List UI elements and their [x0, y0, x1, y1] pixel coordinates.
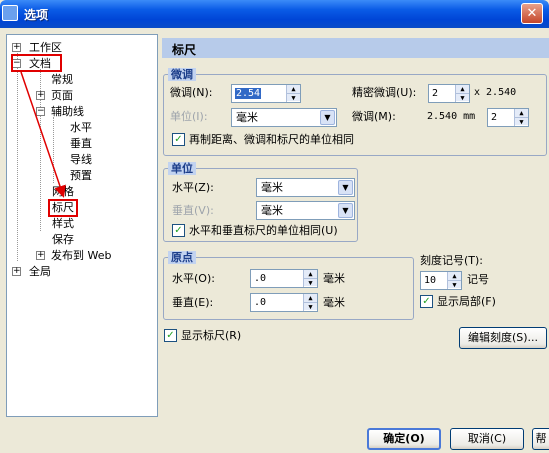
- show-fraction-checkbox[interactable]: ✓: [420, 295, 433, 308]
- origin-horizontal-spinner[interactable]: ▲ ▼: [303, 270, 317, 287]
- show-rulers-label: 显示标尺(R): [181, 329, 242, 342]
- app-icon: [2, 5, 18, 21]
- origin-vertical-input[interactable]: .0 ▲ ▼: [250, 293, 318, 312]
- origin-horizontal-label: 水平(O):: [172, 272, 215, 285]
- annotation-arrow: [20, 71, 66, 198]
- vertical-unit-select[interactable]: 毫米 ▼: [256, 201, 355, 220]
- origin-horizontal-input[interactable]: .0 ▲ ▼: [250, 269, 318, 288]
- tick-divisions-label: 刻度记号(T):: [420, 254, 484, 267]
- tick-unit-label: 记号: [467, 273, 489, 286]
- nudge-unit-select[interactable]: 毫米 ▼: [231, 108, 337, 127]
- sync-units-label: 再制距离、微调和标尺的单位相同: [189, 133, 354, 146]
- precise-nudge-input[interactable]: 2 ▲ ▼: [428, 84, 470, 103]
- origin-horizontal-unit: 毫米: [323, 272, 345, 285]
- chevron-down-icon[interactable]: ▼: [338, 180, 353, 195]
- origin-group-title: 原点: [168, 251, 196, 264]
- precise-nudge-label: 精密微调(U):: [352, 86, 417, 99]
- tick-divisions-input[interactable]: 10 ▲ ▼: [420, 271, 462, 290]
- show-rulers-checkbox[interactable]: ✓: [164, 329, 177, 342]
- ok-button[interactable]: 确定(O): [367, 428, 441, 450]
- horizontal-unit-label: 水平(Z):: [172, 181, 214, 194]
- same-units-label: 水平和垂直标尺的单位相同(U): [189, 224, 338, 237]
- origin-vertical-label: 垂直(E):: [172, 296, 214, 309]
- help-button[interactable]: 帮: [532, 428, 549, 450]
- nudge-label: 微调(N):: [170, 86, 213, 99]
- precise-nudge-spinner[interactable]: ▲ ▼: [455, 85, 469, 102]
- vertical-unit-label: 垂直(V):: [172, 204, 214, 217]
- chevron-down-icon[interactable]: ▼: [338, 203, 353, 218]
- nudge-spinner[interactable]: ▲ ▼: [286, 85, 300, 102]
- horizontal-unit-select[interactable]: 毫米 ▼: [256, 178, 355, 197]
- title-bar[interactable]: 选项 ✕: [0, 0, 549, 28]
- units-group-title: 单位: [168, 162, 196, 175]
- sync-units-checkbox[interactable]: ✓: [172, 133, 185, 146]
- micro-nudge-spinner[interactable]: ▲ ▼: [514, 109, 528, 126]
- nudge-unit-label: 单位(I):: [170, 110, 208, 123]
- close-button[interactable]: ✕: [521, 3, 543, 24]
- same-units-checkbox[interactable]: ✓: [172, 224, 185, 237]
- edit-scale-button[interactable]: 编辑刻度(S)...: [459, 327, 547, 349]
- cancel-button[interactable]: 取消(C): [450, 428, 524, 450]
- origin-vertical-spinner[interactable]: ▲ ▼: [303, 294, 317, 311]
- page-title: 标尺: [162, 38, 549, 58]
- tick-divisions-spinner[interactable]: ▲ ▼: [447, 272, 461, 289]
- micro-nudge-input[interactable]: 2 ▲ ▼: [487, 108, 529, 127]
- nudge-group-title: 微调: [168, 68, 196, 81]
- show-fraction-label: 显示局部(F): [437, 295, 496, 308]
- nudge-input[interactable]: 2.54 ▲ ▼: [231, 84, 301, 103]
- chevron-down-icon[interactable]: ▼: [320, 110, 335, 125]
- micro-nudge-label: 微调(M):: [352, 110, 396, 123]
- micro-nudge-text: 2.540 mm: [427, 111, 476, 122]
- precise-multiplier: x 2.540: [474, 87, 517, 98]
- options-tree[interactable]: + 工作区 − 文档 常规 + 页面 − 辅助线 水平 垂直 导线 预置 网格 …: [6, 34, 158, 417]
- window-title: 选项: [24, 8, 49, 22]
- origin-vertical-unit: 毫米: [323, 296, 345, 309]
